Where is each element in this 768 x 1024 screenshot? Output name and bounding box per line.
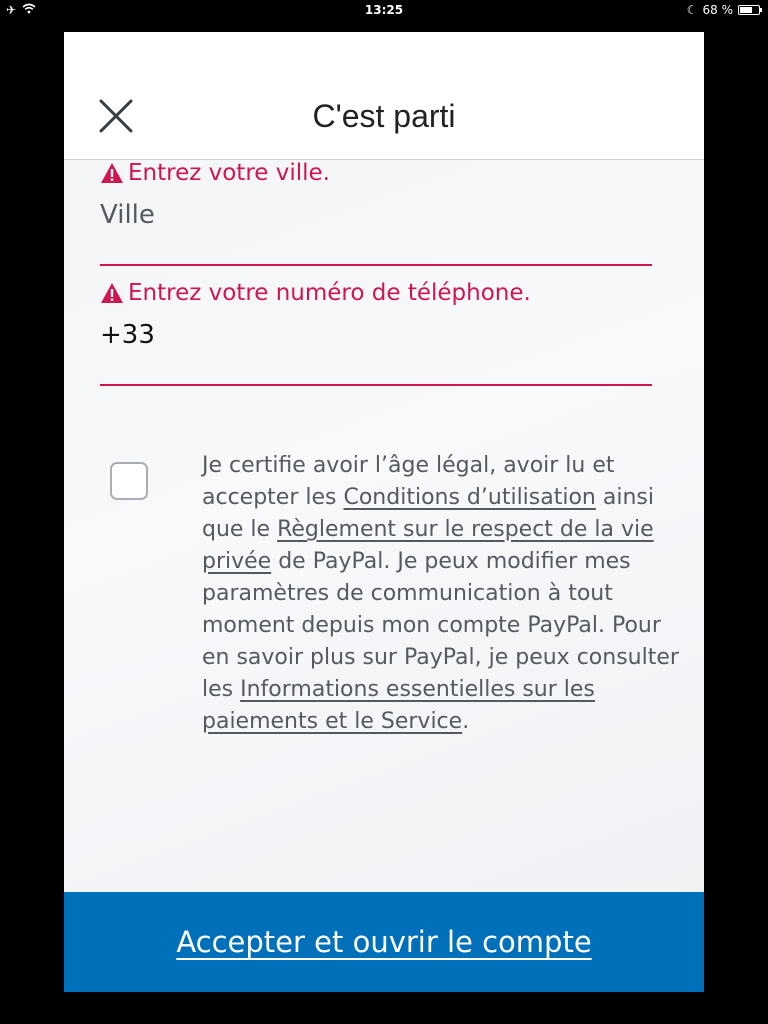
status-right: ☾ 68 %: [686, 3, 762, 17]
info-link[interactable]: Informations essentielles sur les paieme…: [202, 677, 595, 734]
consent-checkbox[interactable]: [110, 462, 148, 500]
phone-error: Entrez votre numéro de téléphone.: [100, 278, 652, 308]
battery-icon: [738, 5, 762, 15]
city-underline: [100, 264, 652, 266]
phone-field[interactable]: Entrez votre numéro de téléphone. +33: [100, 278, 652, 386]
consent-text: Je certifie avoir l’âge légal, avoir lu …: [202, 450, 682, 738]
moon-icon: ☾: [686, 3, 698, 17]
city-field[interactable]: Entrez votre ville. Ville: [100, 158, 652, 266]
accept-open-account-button[interactable]: Accepter et ouvrir le compte: [64, 892, 704, 992]
status-time: 13:25: [364, 3, 404, 17]
modal-header: C'est parti: [64, 32, 704, 160]
city-error-text: Entrez votre ville.: [128, 160, 330, 186]
city-error: Entrez votre ville.: [100, 158, 652, 188]
phone-input[interactable]: +33: [100, 320, 652, 354]
city-input[interactable]: Ville: [100, 200, 652, 234]
page-title: C'est parti: [312, 98, 456, 134]
phone-underline: [100, 384, 652, 386]
phone-error-text: Entrez votre numéro de téléphone.: [128, 280, 531, 306]
warning-icon: [101, 163, 123, 183]
signup-modal: C'est parti Entrez votre ville. Ville En…: [64, 32, 704, 992]
status-bar: ✈ 13:25 ☾ 68 %: [0, 0, 768, 22]
battery-percent: 68 %: [702, 3, 734, 17]
consent-text-4: .: [462, 709, 470, 734]
battery-level: [740, 7, 753, 13]
terms-link[interactable]: Conditions d’utilisation: [343, 485, 595, 510]
accept-button-label: Accepter et ouvrir le compte: [176, 925, 592, 959]
warning-icon: [101, 283, 123, 303]
